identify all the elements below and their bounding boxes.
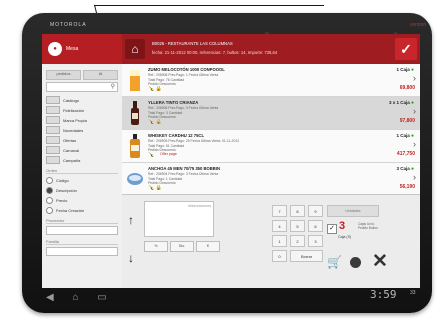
order-radio[interactable]	[46, 176, 53, 184]
family-label: Familia	[46, 239, 118, 245]
filter-item[interactable]: Ofertas	[46, 136, 118, 144]
chevron-right-icon[interactable]: ›	[413, 139, 416, 149]
chevron-right-icon[interactable]: ›	[413, 73, 416, 83]
key-8[interactable]: 8	[290, 205, 305, 217]
filter-list: Catálogo Fidelización Marca Propia Noved…	[46, 96, 118, 256]
top-bar: ⌂ B0026 - RESTAURANTE LAS COLUMNAS fecha…	[122, 34, 420, 64]
carrier-label: verizon	[410, 22, 427, 28]
key-0[interactable]: 0	[272, 250, 287, 262]
anchovy-tin-icon	[127, 173, 143, 185]
whiskey-bottle-icon	[130, 134, 140, 158]
order-option[interactable]: Código	[46, 176, 118, 184]
filter-item[interactable]: Fidelización	[46, 106, 118, 114]
app-screen: ● Mesa pedidos Al ⚲ Catálogo Fidelizació…	[42, 34, 420, 288]
filter-checkbox[interactable]	[46, 116, 60, 124]
supplier-label: Proveedor	[46, 218, 118, 224]
order-radio[interactable]	[46, 196, 53, 204]
key-5[interactable]: 5	[290, 220, 305, 232]
home-icon: ⌂	[131, 42, 139, 56]
bottle-lock-icon: 🍾	[148, 152, 155, 158]
clock-seconds: 33	[410, 290, 416, 296]
bottle-lock-icon: 🍾 🔒	[148, 185, 162, 191]
offer-label: Offer page	[160, 152, 177, 156]
arrow-down-button[interactable]: ↓	[124, 239, 138, 277]
product-row[interactable]: YLLERA TINTO CRIANZA Ref.: 206906 Prev.P…	[122, 97, 420, 130]
product-row[interactable]: ZUMO MELOCOTÓN 1000 CONPOOOL Ref.: 20690…	[122, 64, 420, 97]
filter-item[interactable]: Catálogo	[46, 96, 118, 104]
filter-checkbox[interactable]	[46, 106, 60, 114]
callout-line	[94, 5, 324, 6]
key-delete[interactable]: Borrar	[290, 250, 323, 262]
family-field[interactable]	[46, 247, 118, 256]
search-input[interactable]: ⚲	[46, 82, 118, 92]
arrow-up-button[interactable]: ↑	[124, 201, 138, 239]
discount-euro-button[interactable]: €	[196, 241, 220, 252]
app-logo: ●	[48, 42, 62, 56]
order-option[interactable]: Descripción	[46, 186, 118, 194]
units-field[interactable]: Unidades	[327, 205, 379, 217]
cart-icon[interactable]: 🛒	[327, 255, 342, 269]
key-3[interactable]: 3	[308, 235, 323, 247]
filter-checkbox[interactable]	[46, 126, 60, 134]
filter-item[interactable]: Novedades	[46, 126, 118, 134]
order-radio[interactable]	[46, 186, 53, 194]
order-summary: fecha: 21-11-2012 00:00, referencias: 7,…	[152, 50, 278, 55]
chevron-right-icon[interactable]: ›	[413, 172, 416, 182]
filter-item[interactable]: Campaña	[46, 156, 118, 164]
supplier-field[interactable]	[46, 226, 118, 235]
search-icon[interactable]: ⚲	[111, 83, 115, 91]
filter-checkbox[interactable]	[46, 96, 60, 104]
tab-pedidos[interactable]: pedidos	[46, 70, 81, 80]
order-option[interactable]: Fecha Creación	[46, 206, 118, 214]
chevron-right-icon[interactable]: ›	[413, 106, 416, 116]
confirm-button[interactable]: ✓	[395, 38, 417, 60]
order-title: B0026 - RESTAURANTE LAS COLUMNAS	[152, 41, 233, 46]
product-list: ZUMO MELOCOTÓN 1000 CONPOOOL Ref.: 20690…	[122, 64, 420, 196]
filter-checkbox[interactable]	[46, 146, 60, 154]
left-panel: ● Mesa pedidos Al ⚲ Catálogo Fidelizació…	[42, 34, 123, 288]
check-icon: ✓	[400, 41, 412, 57]
filter-checkbox[interactable]	[46, 136, 60, 144]
brand-label: MOTOROLA	[50, 22, 87, 28]
record-button[interactable]	[350, 257, 361, 268]
filter-item[interactable]: Marca Propia	[46, 116, 118, 124]
boxes-label: Caja (S)	[338, 235, 352, 239]
key-9[interactable]: 9	[308, 205, 323, 217]
tab-all[interactable]: Al	[83, 70, 118, 80]
bottle-lock-icon: 🍾 🔒	[148, 86, 162, 92]
order-radio[interactable]	[46, 206, 53, 214]
order-option[interactable]: Precio	[46, 196, 118, 204]
order-controls: ↑ ↓ observaciones % Dto. € 7 8 9 4 5 6 1…	[122, 194, 420, 288]
user-label: Mesa	[66, 46, 79, 52]
filter-checkbox[interactable]	[46, 156, 60, 164]
order-header: Orden	[46, 168, 118, 174]
boxes-checkbox[interactable]: ✓	[327, 224, 337, 234]
android-nav-icons[interactable]: ◀ ⌂ ▭	[46, 292, 115, 303]
key-2[interactable]: 2	[290, 235, 305, 247]
boxes-side-info: Cajas Unid. Pedido Bultos	[358, 222, 378, 231]
key-1[interactable]: 1	[272, 235, 287, 247]
discount-percent-button[interactable]: %	[144, 241, 168, 252]
home-button[interactable]: ⌂	[125, 39, 145, 59]
key-4[interactable]: 4	[272, 220, 287, 232]
cancel-button[interactable]: ✕	[372, 250, 388, 273]
juice-box-icon	[130, 70, 140, 91]
product-row[interactable]: WHISKEY CARDHU 12 75CL Ref.: 206905 Prev…	[122, 130, 420, 163]
key-7[interactable]: 7	[272, 205, 287, 217]
left-panel-header: ● Mesa	[42, 34, 122, 64]
notes-field[interactable]: observaciones	[144, 201, 214, 237]
numeric-keypad: 7 8 9 4 5 6 1 2 3 0 Borrar	[272, 205, 323, 262]
product-row[interactable]: ANCHOA 45 MEN 70/75 350 BOBBIN Ref.: 206…	[122, 163, 420, 196]
bottle-lock-icon: 🍾 🔒	[148, 119, 162, 125]
clock: 3:59	[370, 288, 397, 301]
discount-button[interactable]: Dto.	[170, 241, 194, 252]
key-6[interactable]: 6	[308, 220, 323, 232]
boxes-count: 3	[339, 220, 346, 232]
filter-item[interactable]: Carnaval	[46, 146, 118, 154]
wine-bottle-icon	[131, 101, 139, 125]
